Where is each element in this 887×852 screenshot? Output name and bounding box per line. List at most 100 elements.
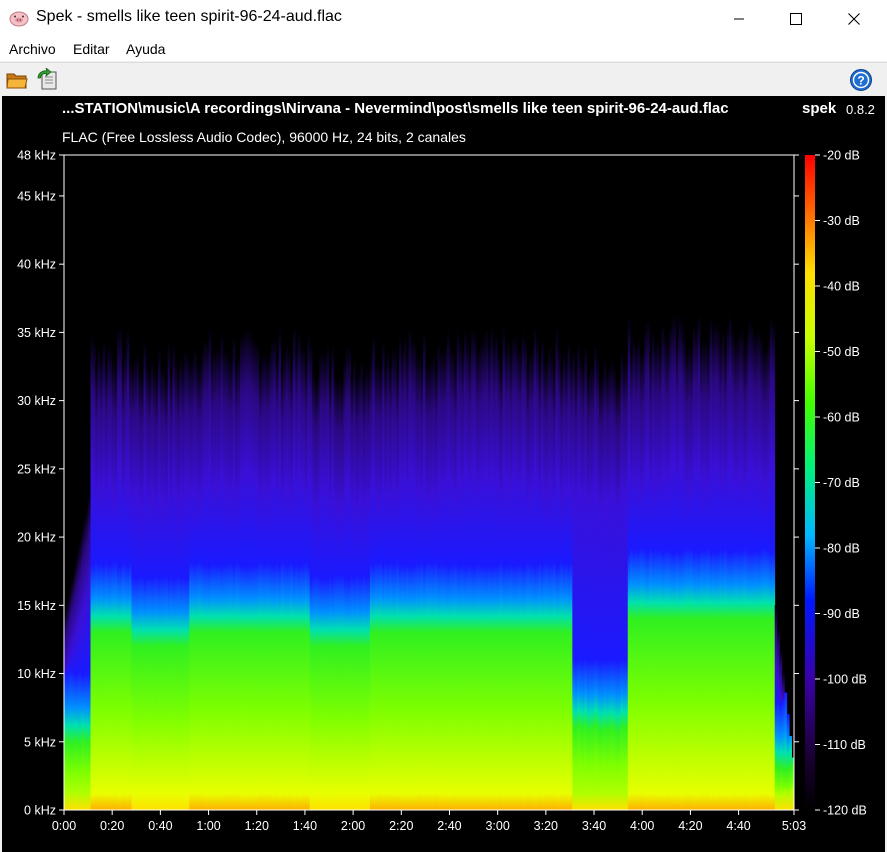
spectrum-column [743,347,747,810]
spectrum-column [485,329,489,810]
x-tick-label: 0:00 [52,819,76,833]
spectrum-column [572,349,576,810]
spectrum-column [630,348,633,810]
spectrum-column [543,359,547,810]
spectrum-column [639,351,643,810]
spectrum-column [492,340,496,810]
spectrum-column [598,376,602,810]
spectrum-column [324,353,328,810]
spectrum-column [569,356,573,810]
menu-archivo[interactable]: Archivo [9,41,56,57]
x-tick-label: 4:00 [630,819,654,833]
reload-icon[interactable] [35,68,59,92]
spectrum-column [348,345,352,810]
spectrum-column [384,362,388,810]
spectrum-column [102,339,106,810]
spectrum-column [80,530,84,810]
spectrum-column [519,348,523,810]
spectrum-column [454,361,458,810]
spectrum-column [357,368,361,810]
spectrum-column [451,349,455,810]
spectrum-column [261,353,265,810]
spectrum-column [755,331,759,810]
spectrum-column [307,334,311,810]
spectrum-column [268,350,272,810]
spectrum-column [278,327,282,810]
spectrum-column [728,313,732,810]
folder-open-icon[interactable] [5,68,29,92]
spectrum-column [97,346,101,810]
spectrum-column [394,349,397,810]
spectrum-column [386,350,390,810]
close-button[interactable] [828,0,880,37]
spectrum-column [401,348,405,810]
pig-icon [9,11,29,27]
svg-text:?: ? [857,74,864,88]
spectrum-column [309,343,313,810]
spectrum-column [145,361,149,810]
spectrum-column [497,348,501,810]
spectrum-column [422,330,426,810]
spectrum-column [341,379,344,810]
spectrum-column [345,346,349,810]
spectrum-column [750,322,754,810]
spectrum-column [170,370,173,810]
spectrum-column [321,351,325,810]
spectrum-column [406,352,409,810]
menu-ayuda[interactable]: Ayuda [126,41,165,57]
spectrum-column [172,343,176,810]
spectrum-column [425,363,429,810]
spectrum-column [488,344,491,810]
spectrum-column [663,332,667,810]
minimize-icon [734,18,744,19]
spectrum-column [148,370,152,810]
spectrum-column [266,357,270,810]
spectrum-column [536,339,540,810]
spectrum-column [203,338,207,810]
maximize-icon [790,12,802,25]
spectrum-column [463,329,467,810]
spectrum-column [410,337,414,810]
minimize-button[interactable] [713,0,765,37]
spectrum-column [733,339,737,810]
help-icon[interactable]: ? [849,68,873,92]
spectrum-column [649,351,653,810]
spectrum-column [675,337,679,810]
spectrum-section [309,343,371,810]
spectrum-column [95,363,99,810]
spectrum-column [765,347,768,810]
spectrum-column [709,315,713,810]
spectrum-column [290,362,294,810]
spectrum-column [760,337,764,810]
spectrum-column [304,361,308,810]
spectrum-column [466,338,470,810]
x-tick-label: 4:40 [726,819,750,833]
spectrum-column [447,329,450,810]
close-icon [848,12,860,25]
maximize-button[interactable] [770,0,822,37]
x-tick-label: 2:40 [437,819,461,833]
window-title: Spek - smells like teen spirit-96-24-aud… [36,8,342,25]
spectrogram-plot [64,155,795,810]
spectrum-column [533,325,537,810]
menu-editar[interactable]: Editar [73,41,110,57]
y-tick-label: 20 kHz [17,531,56,545]
spectrum-column [131,362,135,810]
spectrum-column [396,366,400,810]
spectrum-column [786,714,790,810]
spectrum-column [68,589,72,810]
spectrum-section [90,326,132,810]
spectrum-column [129,358,132,810]
spectrum-column [707,346,711,810]
spectrum-column [186,353,190,810]
x-tick-label: 2:20 [389,819,413,833]
spectrum-column [680,320,684,810]
spectrum-column [220,332,224,810]
spectrum-column [104,360,108,810]
spectrum-column [435,365,438,810]
spectrum-column [338,376,342,810]
spectrum-column [280,366,284,810]
spectrum-column [418,351,421,810]
spectrum-column [295,347,299,810]
spectrum-column [136,352,140,810]
